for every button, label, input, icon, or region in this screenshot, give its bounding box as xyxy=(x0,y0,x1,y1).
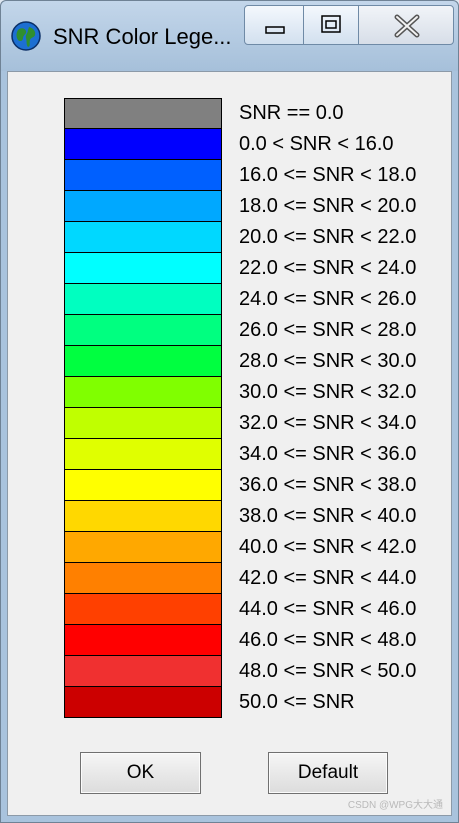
legend-row: SNR == 0.0 xyxy=(64,98,424,129)
legend-row: 32.0 <= SNR < 34.0 xyxy=(64,408,424,439)
color-swatch xyxy=(64,315,222,346)
color-swatch xyxy=(64,532,222,563)
legend-row: 40.0 <= SNR < 42.0 xyxy=(64,532,424,563)
legend-label: 20.0 <= SNR < 22.0 xyxy=(239,226,417,248)
legend-label: 40.0 <= SNR < 42.0 xyxy=(239,536,417,558)
legend-label: 16.0 <= SNR < 18.0 xyxy=(239,164,417,186)
color-swatch xyxy=(64,191,222,222)
legend-row: 30.0 <= SNR < 32.0 xyxy=(64,377,424,408)
legend-label: 44.0 <= SNR < 46.0 xyxy=(239,598,417,620)
color-legend: SNR == 0.0 0.0 < SNR < 16.0 16.0 <= SNR < … xyxy=(64,98,424,718)
color-swatch xyxy=(64,160,222,191)
title-bar[interactable]: SNR Color Lege... xyxy=(1,1,458,71)
minimize-icon xyxy=(265,26,285,34)
legend-row: 24.0 <= SNR < 26.0 xyxy=(64,284,424,315)
legend-label: 26.0 <= SNR < 28.0 xyxy=(239,319,417,341)
legend-label: 36.0 <= SNR < 38.0 xyxy=(239,474,417,496)
color-swatch xyxy=(64,501,222,532)
legend-row: 20.0 <= SNR < 22.0 xyxy=(64,222,424,253)
color-swatch xyxy=(64,408,222,439)
legend-row: 36.0 <= SNR < 38.0 xyxy=(64,470,424,501)
legend-label: 18.0 <= SNR < 20.0 xyxy=(239,195,417,217)
dialog-client-area: SNR == 0.0 0.0 < SNR < 16.0 16.0 <= SNR < … xyxy=(7,71,452,816)
legend-label: 30.0 <= SNR < 32.0 xyxy=(239,381,417,403)
color-swatch xyxy=(64,594,222,625)
color-swatch xyxy=(64,656,222,687)
legend-label: 32.0 <= SNR < 34.0 xyxy=(239,412,417,434)
legend-row: 34.0 <= SNR < 36.0 xyxy=(64,439,424,470)
close-button[interactable] xyxy=(358,5,454,45)
color-swatch xyxy=(64,470,222,501)
legend-row: 26.0 <= SNR < 28.0 xyxy=(64,315,424,346)
legend-label: 38.0 <= SNR < 40.0 xyxy=(239,505,417,527)
legend-label: 46.0 <= SNR < 48.0 xyxy=(239,629,417,651)
legend-label: SNR == 0.0 xyxy=(239,102,344,124)
legend-label: 50.0 <= SNR xyxy=(239,691,355,713)
legend-label: 48.0 <= SNR < 50.0 xyxy=(239,660,417,682)
watermark: CSDN @WPG大大通 xyxy=(347,800,443,811)
legend-label: 0.0 < SNR < 16.0 xyxy=(239,133,394,155)
close-icon xyxy=(394,14,420,38)
legend-row: 28.0 <= SNR < 30.0 xyxy=(64,346,424,377)
default-button[interactable]: Default xyxy=(268,752,388,794)
legend-label: 34.0 <= SNR < 36.0 xyxy=(239,443,417,465)
color-swatch xyxy=(64,253,222,284)
color-swatch xyxy=(64,377,222,408)
legend-row: 50.0 <= SNR xyxy=(64,687,424,718)
color-swatch xyxy=(64,687,222,718)
legend-row: 44.0 <= SNR < 46.0 xyxy=(64,594,424,625)
legend-row: 16.0 <= SNR < 18.0 xyxy=(64,160,424,191)
legend-label: 28.0 <= SNR < 30.0 xyxy=(239,350,417,372)
color-swatch xyxy=(64,222,222,253)
maximize-icon xyxy=(321,15,341,33)
globe-icon xyxy=(11,21,41,51)
window-title: SNR Color Lege... xyxy=(53,24,232,49)
legend-label: 24.0 <= SNR < 26.0 xyxy=(239,288,417,310)
color-swatch xyxy=(64,129,222,160)
color-swatch xyxy=(64,625,222,656)
ok-button[interactable]: OK xyxy=(80,752,201,794)
legend-row: 46.0 <= SNR < 48.0 xyxy=(64,625,424,656)
legend-label: 22.0 <= SNR < 24.0 xyxy=(239,257,417,279)
color-swatch xyxy=(64,98,222,129)
color-swatch xyxy=(64,563,222,594)
color-swatch xyxy=(64,284,222,315)
legend-row: 48.0 <= SNR < 50.0 xyxy=(64,656,424,687)
snr-color-legend-window: SNR Color Lege... SNR == 0.0 0.0 < SNR < … xyxy=(0,0,459,823)
minimize-button[interactable] xyxy=(244,5,304,45)
legend-row: 38.0 <= SNR < 40.0 xyxy=(64,501,424,532)
legend-row: 18.0 <= SNR < 20.0 xyxy=(64,191,424,222)
legend-row: 0.0 < SNR < 16.0 xyxy=(64,129,424,160)
legend-label: 42.0 <= SNR < 44.0 xyxy=(239,567,417,589)
maximize-button[interactable] xyxy=(303,5,359,45)
legend-row: 42.0 <= SNR < 44.0 xyxy=(64,563,424,594)
legend-row: 22.0 <= SNR < 24.0 xyxy=(64,253,424,284)
color-swatch xyxy=(64,346,222,377)
color-swatch xyxy=(64,439,222,470)
